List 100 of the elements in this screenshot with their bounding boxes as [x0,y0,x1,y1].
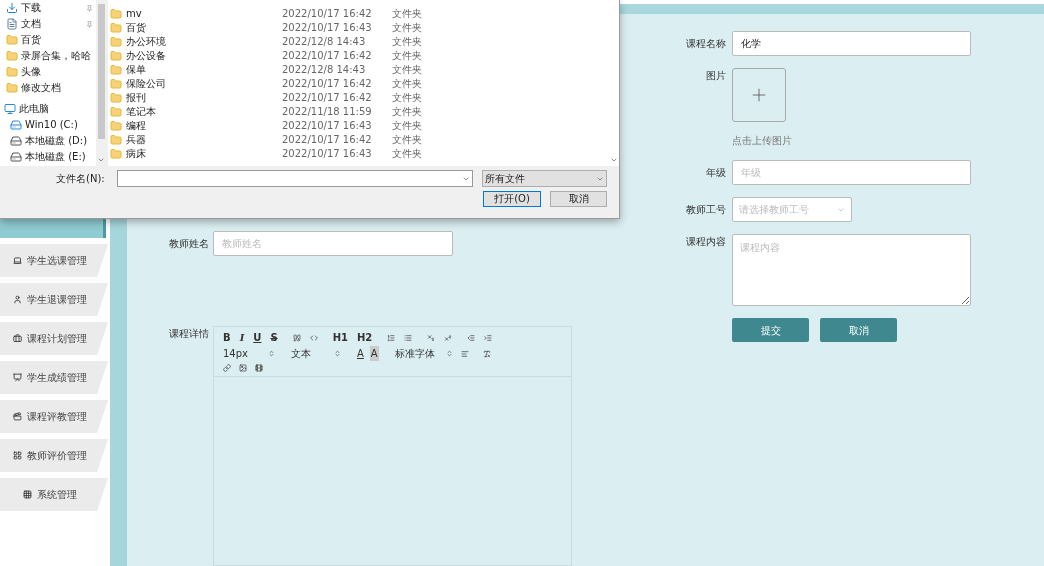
file-row[interactable]: 病床 2022/10/17 16:43 文件夹 [110,147,609,161]
file-row[interactable]: 兵器 2022/10/17 16:42 文件夹 [110,133,609,147]
sidebar-item[interactable]: 学生退课管理 [0,283,108,316]
file-type: 文件夹 [392,37,422,47]
file-name: 笔记本 [126,107,156,117]
file-type: 文件夹 [392,23,422,33]
nav-item[interactable]: 录屏合集，哈哈 [6,48,96,64]
file-date: 2022/12/8 14:43 [282,37,367,47]
link-icon[interactable] [223,364,231,372]
teacher-name-field[interactable]: 教师姓名 [213,231,453,256]
file-row[interactable]: 报刊 2022/10/17 16:42 文件夹 [110,91,609,105]
briefcase-icon [13,334,22,343]
bullet-list-icon[interactable] [404,334,413,342]
open-button[interactable]: 打开(O) [483,191,541,207]
file-date: 2022/10/17 16:42 [282,79,373,89]
nav-item[interactable]: Win10 (C:) [6,117,96,133]
folder-icon [110,50,122,62]
file-row[interactable]: mv 2022/10/17 16:42 文件夹 [110,7,609,21]
file-row[interactable]: 笔记本 2022/11/18 11:59 文件夹 [110,105,609,119]
grid-icon [23,490,32,499]
upload-button[interactable] [732,68,786,122]
file-row[interactable]: 保险公司 2022/10/17 16:42 文件夹 [110,77,609,91]
file-date: 2022/10/17 16:43 [282,121,373,131]
folder-icon [110,22,122,34]
superscript-icon[interactable] [444,334,453,342]
file-date: 2022/10/17 16:43 [282,149,373,159]
nav-item[interactable]: 百货 [6,32,96,48]
background-color-button[interactable]: A [369,346,379,361]
subscript-icon[interactable] [427,334,436,342]
field-label: 图片 [705,69,726,83]
monitor-icon [13,256,22,265]
sidebar-item[interactable]: 教师评价管理 [0,439,108,472]
sidebar-item[interactable]: 系统管理 [0,478,108,511]
underline-button[interactable]: U [253,333,262,343]
field-label: 年级 [705,166,726,180]
course-name-field[interactable]: 化学 [732,31,971,56]
heading-button[interactable]: H2 [356,333,373,343]
outdent-icon[interactable] [467,334,476,342]
image-icon[interactable] [239,364,247,372]
font-color-button[interactable]: A [357,346,364,361]
video-icon[interactable] [255,364,263,372]
size-select[interactable]: 14px [223,346,283,361]
course-content-field[interactable]: 课程内容 [732,234,971,306]
file-name: 办公环境 [126,37,166,47]
file-name: 病床 [126,149,146,159]
file-row[interactable]: 办公环境 2022/12/8 14:43 文件夹 [110,35,609,49]
filter-select[interactable]: 所有文件 [481,170,607,187]
bold-button[interactable]: B [223,333,231,343]
italic-button[interactable]: I [239,333,245,343]
sidebar-item[interactable]: 课程计划管理 [0,322,108,355]
nav-item[interactable]: 头像 [6,64,96,80]
strike-button[interactable]: S [270,333,278,343]
grade-field[interactable]: 年级 [732,160,971,185]
align-icon[interactable] [460,349,469,358]
rich-text-editor[interactable]: B I U S H1 H2 14px 文本 A A 标准字体 [213,326,572,566]
file-row[interactable]: 保单 2022/12/8 14:43 文件夹 [110,63,609,77]
file-name: 保单 [126,65,146,75]
heading-button[interactable]: H1 [326,333,348,343]
file-name: 编程 [126,121,146,131]
sidebar-item[interactable]: 课程评教管理 [0,400,108,433]
nav-item[interactable]: 下载 [6,0,96,16]
field-label: 教师姓名 [168,237,209,251]
cancel-button[interactable]: 取消 [820,318,897,342]
nav-item[interactable]: 文档 [6,16,96,32]
sidebar-item[interactable]: 学生成绩管理 [0,361,108,394]
indent-icon[interactable] [484,334,493,342]
cancel-button[interactable]: 取消 [550,191,607,207]
drive-icon [10,151,22,163]
file-type: 文件夹 [392,9,422,19]
scroll-down-icon[interactable] [610,156,618,164]
header-select[interactable]: 文本 [283,346,349,361]
file-row[interactable]: 办公设备 2022/10/17 16:42 文件夹 [110,49,609,63]
folder-icon [110,148,122,160]
file-type: 文件夹 [392,93,422,103]
filename-field[interactable] [116,170,473,187]
clear-format-icon[interactable] [482,349,491,358]
file-type: 文件夹 [392,135,422,145]
download-icon [6,2,18,14]
nav-item[interactable]: 此电脑 [4,101,96,117]
ordered-list-icon[interactable] [387,334,396,342]
file-row[interactable]: 编程 2022/10/17 16:43 文件夹 [110,119,609,133]
quote-icon[interactable] [292,334,301,342]
folder-icon [110,134,122,146]
nav-item[interactable]: 本地磁盘 (E:) [6,149,96,165]
file-date: 2022/12/8 14:43 [282,65,367,75]
file-row[interactable]: 百货 2022/10/17 16:43 文件夹 [110,21,609,35]
updown-icon [334,350,341,357]
scrollbar[interactable] [96,0,106,166]
font-select[interactable]: 标准字体 [394,346,453,361]
nav-item[interactable]: 本地磁盘 (D:) [6,133,96,149]
scroll-down-icon[interactable] [97,156,105,164]
file-name: 办公设备 [126,51,166,61]
file-date: 2022/11/18 11:59 [282,107,373,117]
code-icon[interactable] [309,334,318,342]
sidebar-item[interactable]: 学生选课管理 [0,244,108,277]
file-date: 2022/10/17 16:42 [282,51,373,61]
filename-label: 文件名(N): [56,172,106,186]
field-label: 课程名称 [685,37,726,51]
nav-item[interactable]: 修改文档 [6,80,96,96]
submit-button[interactable]: 提交 [732,318,809,342]
